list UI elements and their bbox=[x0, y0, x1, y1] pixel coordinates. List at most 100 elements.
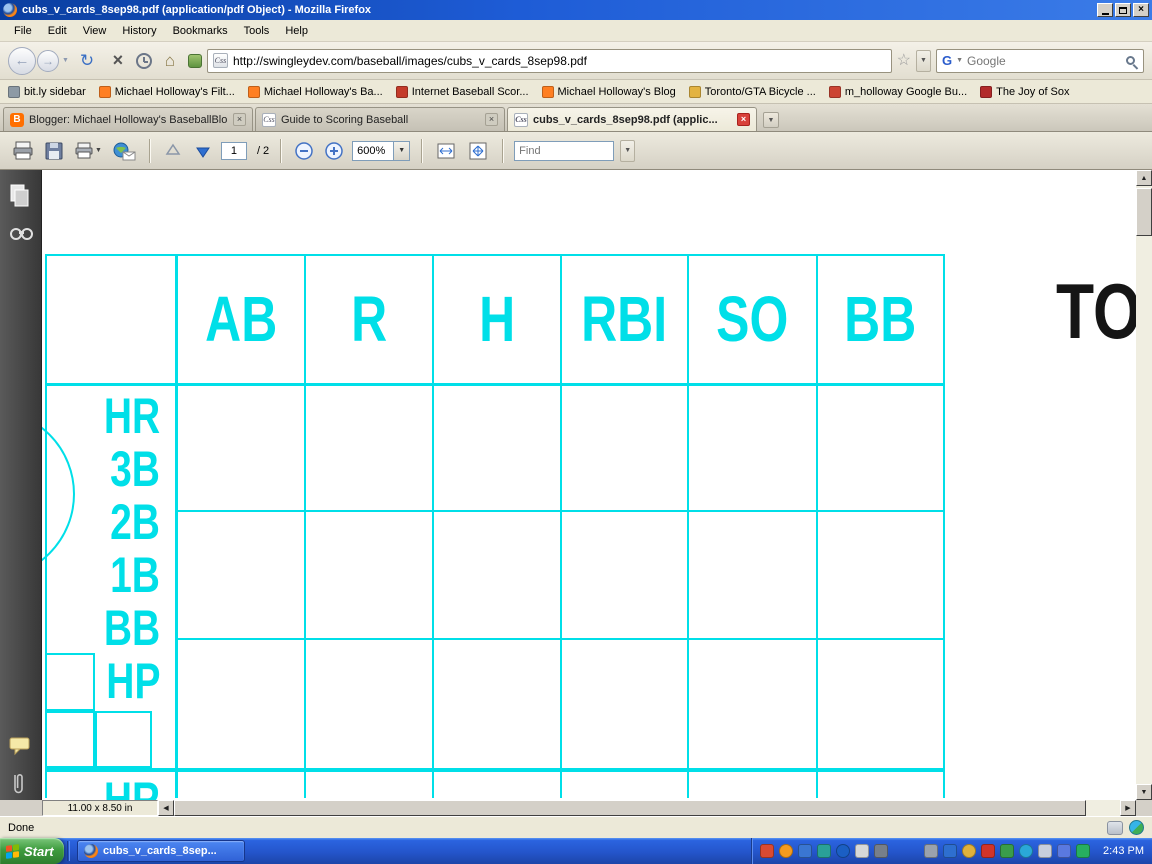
bookmark-star-icon[interactable]: ☆ bbox=[897, 52, 911, 69]
horizontal-scrollbar-row: 11.00 x 8.50 in ◀ ▶ bbox=[0, 800, 1152, 816]
tray-icon[interactable] bbox=[798, 844, 813, 858]
search-icon[interactable] bbox=[1126, 56, 1135, 65]
find-input[interactable] bbox=[514, 140, 615, 161]
search-bar[interactable]: G ▼ bbox=[935, 48, 1144, 73]
bookmark-item[interactable]: Michael Holloway's Filt... bbox=[98, 85, 235, 98]
zoom-out-button[interactable] bbox=[292, 137, 316, 165]
tray-icon[interactable] bbox=[1076, 844, 1091, 858]
location-bar[interactable]: Css bbox=[206, 48, 892, 73]
adobe-sidebar bbox=[0, 170, 42, 800]
tray-icon[interactable] bbox=[1000, 844, 1015, 858]
tab-scoring-guide[interactable]: Css Guide to Scoring Baseball × bbox=[255, 107, 505, 131]
vertical-scrollbar[interactable] bbox=[1136, 170, 1152, 800]
bookmark-item[interactable]: Toronto/GTA Bicycle ... bbox=[688, 85, 816, 98]
bookmark-item[interactable]: The Joy of Sox bbox=[980, 85, 1070, 98]
css-favicon: Css bbox=[514, 112, 528, 127]
bookmark-favicon bbox=[395, 85, 408, 98]
bookmark-item[interactable]: m_holloway Google Bu... bbox=[828, 85, 967, 98]
paperclip-icon bbox=[14, 774, 23, 794]
stop-button[interactable]: × bbox=[105, 50, 131, 71]
back-button[interactable]: ← bbox=[8, 46, 36, 75]
horizontal-scroll-thumb[interactable] bbox=[174, 800, 1086, 816]
menu-tools[interactable]: Tools bbox=[236, 22, 278, 40]
windows-flag-icon bbox=[6, 843, 19, 859]
statusbar-addon-icon[interactable] bbox=[1107, 820, 1123, 835]
menu-edit[interactable]: Edit bbox=[40, 22, 75, 40]
tab-list-button[interactable]: ▼ bbox=[763, 112, 779, 128]
binoculars-icon bbox=[10, 228, 33, 240]
tray-icon[interactable] bbox=[817, 844, 832, 858]
menu-help[interactable]: Help bbox=[277, 22, 316, 40]
css-favicon: Css bbox=[262, 112, 276, 127]
url-input[interactable] bbox=[232, 53, 886, 68]
print-button[interactable] bbox=[10, 137, 36, 165]
google-logo-icon[interactable]: G bbox=[942, 54, 952, 67]
zoom-dropdown-button[interactable]: ▼ bbox=[393, 141, 410, 160]
fit-width-button[interactable] bbox=[433, 137, 459, 165]
forward-button[interactable]: → bbox=[37, 49, 59, 72]
close-button[interactable]: × bbox=[1133, 3, 1149, 17]
statusbar-plugin-icon[interactable] bbox=[1129, 820, 1144, 835]
tab-pdf-active[interactable]: Css cubs_v_cards_8sep98.pdf (applic... × bbox=[507, 107, 757, 131]
menu-history[interactable]: History bbox=[114, 22, 164, 40]
tray-icon[interactable] bbox=[779, 844, 794, 858]
previous-page-button[interactable] bbox=[161, 137, 185, 165]
tray-icon[interactable] bbox=[962, 844, 977, 858]
attachments-panel-icon[interactable] bbox=[9, 772, 27, 803]
tray-icon[interactable] bbox=[924, 844, 939, 858]
tab-close-icon[interactable]: × bbox=[233, 113, 246, 126]
vertical-scroll-thumb[interactable] bbox=[1136, 188, 1152, 236]
taskbar-window-button[interactable]: cubs_v_cards_8sep... bbox=[77, 840, 245, 862]
next-page-button[interactable] bbox=[191, 137, 215, 165]
menu-bookmarks[interactable]: Bookmarks bbox=[165, 22, 236, 40]
tray-icon[interactable] bbox=[760, 844, 775, 858]
pdf-page[interactable]: AB R H RBI SO BB HR 3B 2B 1B BB HP HR TO… bbox=[42, 170, 1136, 800]
scorecard-row-label: HR bbox=[103, 388, 160, 444]
zoom-out-icon bbox=[295, 141, 313, 160]
tab-close-icon[interactable]: × bbox=[485, 113, 498, 126]
tray-icon[interactable] bbox=[855, 844, 870, 858]
tray-icon[interactable] bbox=[874, 844, 889, 858]
find-dropdown-button[interactable]: ▼ bbox=[620, 139, 636, 162]
scroll-right-button[interactable]: ▶ bbox=[1120, 800, 1136, 816]
start-button[interactable]: Start bbox=[0, 838, 64, 864]
scroll-up-button[interactable]: ▲ bbox=[1136, 170, 1152, 186]
home-button[interactable]: ⌂ bbox=[157, 51, 183, 71]
location-dropdown-button[interactable]: ▼ bbox=[915, 49, 931, 72]
pages-panel-icon[interactable] bbox=[9, 184, 33, 215]
tray-icon[interactable] bbox=[1019, 844, 1034, 858]
tray-icon[interactable] bbox=[943, 844, 958, 858]
reload-button[interactable]: ↻ bbox=[74, 51, 100, 71]
tab-blogger[interactable]: B Blogger: Michael Holloway's BaseballBl… bbox=[3, 107, 253, 131]
history-clock-icon[interactable] bbox=[135, 52, 152, 69]
back-history-dropdown-icon[interactable]: ▼ bbox=[62, 57, 69, 64]
minimize-button[interactable] bbox=[1097, 3, 1113, 17]
menu-file[interactable]: File bbox=[6, 22, 40, 40]
save-button[interactable] bbox=[42, 137, 66, 165]
fit-page-button[interactable] bbox=[465, 137, 491, 165]
comments-panel-icon[interactable] bbox=[9, 736, 33, 761]
bookmark-item[interactable]: bit.ly sidebar bbox=[8, 85, 86, 98]
maximize-button[interactable] bbox=[1115, 3, 1131, 17]
print-options-button[interactable]: ▼ bbox=[72, 137, 104, 165]
tray-icon[interactable] bbox=[1038, 844, 1053, 858]
tray-icon[interactable] bbox=[1057, 844, 1072, 858]
search-engine-dropdown-icon[interactable]: ▼ bbox=[956, 57, 963, 64]
email-button[interactable] bbox=[110, 137, 138, 165]
bookmark-item[interactable]: Michael Holloway's Ba... bbox=[247, 85, 383, 98]
scroll-left-button[interactable]: ◀ bbox=[158, 800, 174, 816]
tray-icon[interactable] bbox=[981, 844, 996, 858]
zoom-level-combo[interactable]: 600% ▼ bbox=[352, 140, 411, 161]
zoom-in-button[interactable] bbox=[322, 137, 346, 165]
tray-icon[interactable] bbox=[836, 844, 851, 858]
bookmark-item[interactable]: Internet Baseball Scor... bbox=[395, 85, 529, 98]
bookmark-item[interactable]: Michael Holloway's Blog bbox=[541, 85, 676, 98]
addon-icon[interactable] bbox=[187, 53, 202, 68]
menu-view[interactable]: View bbox=[75, 22, 115, 40]
search-input[interactable] bbox=[967, 53, 1122, 68]
tab-close-icon[interactable]: × bbox=[737, 113, 750, 126]
search-panel-icon[interactable] bbox=[9, 224, 35, 247]
scroll-down-button[interactable]: ▼ bbox=[1136, 784, 1152, 800]
down-arrow-icon bbox=[196, 147, 210, 158]
page-number-input[interactable] bbox=[220, 141, 247, 160]
